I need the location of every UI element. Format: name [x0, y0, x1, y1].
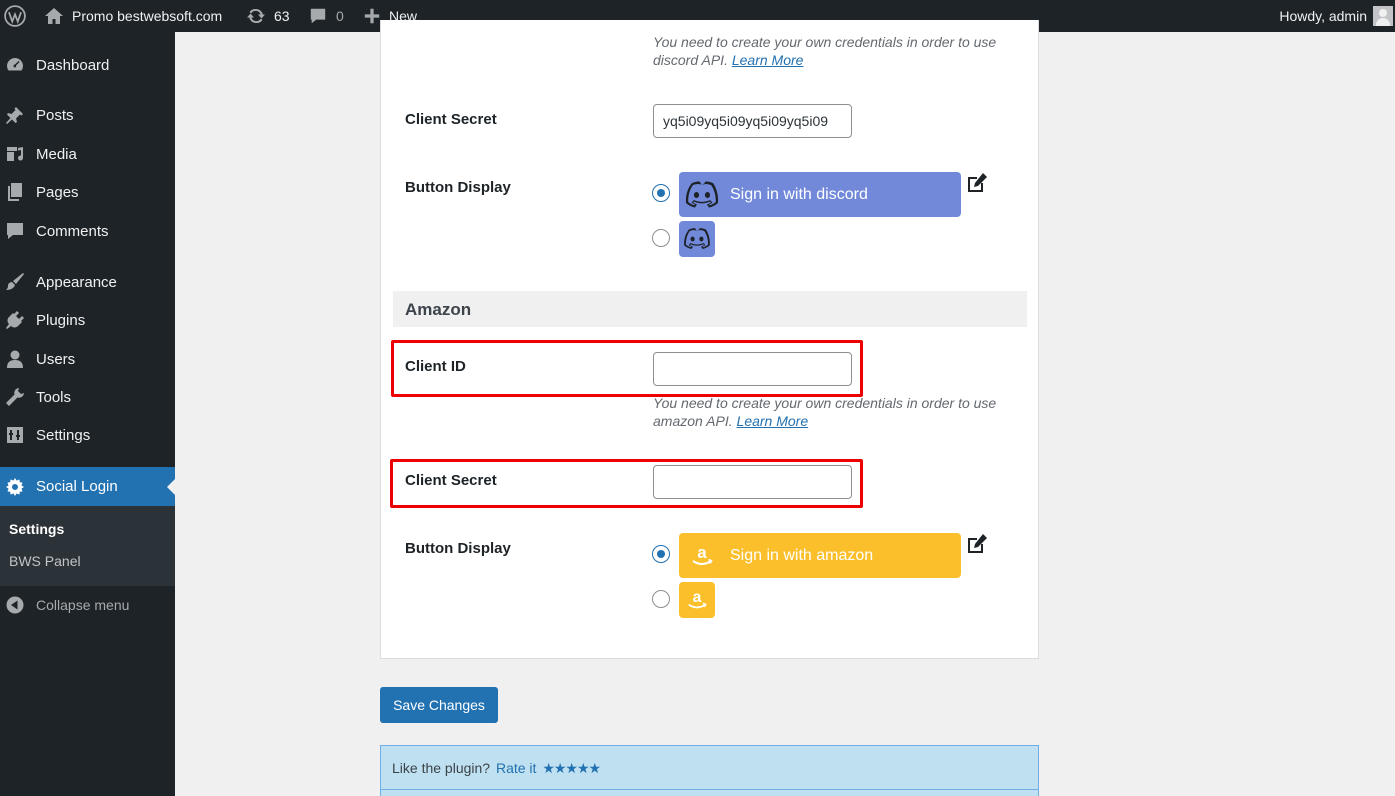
pages-icon: [5, 182, 25, 202]
updates-count: 63: [274, 8, 290, 24]
sidebar-item-dashboard[interactable]: Dashboard: [0, 48, 175, 82]
plugin-icon: [5, 310, 25, 330]
amazon-button-display-icon-radio[interactable]: [652, 590, 670, 608]
site-name-link[interactable]: Promo bestwebsoft.com: [44, 0, 222, 32]
greeting: Howdy, admin: [1279, 8, 1367, 24]
sidebar-item-label: Appearance: [36, 273, 117, 291]
amazon-client-id-label: Client ID: [405, 358, 466, 375]
amazon-icon: a: [679, 533, 724, 578]
amazon-sign-in-button-preview: a Sign in with amazon: [679, 533, 961, 578]
discord-icon-button-preview: [679, 221, 715, 257]
sidebar-item-social-login[interactable]: Social Login: [0, 467, 175, 506]
brush-icon: [5, 272, 25, 292]
sidebar-item-plugins[interactable]: Plugins: [0, 303, 175, 337]
discord-description-text: You need to create your own credentials …: [653, 34, 997, 68]
discord-sign-in-button-preview: Sign in with discord: [679, 172, 961, 217]
comment-bubble-icon: [310, 8, 326, 24]
submenu: Settings BWS Panel: [0, 506, 175, 586]
discord-learn-more-link[interactable]: Learn More: [732, 52, 804, 68]
sidebar-item-settings[interactable]: Settings: [0, 418, 175, 452]
sidebar-item-label: Social Login: [36, 478, 118, 495]
sidebar-item-posts[interactable]: Posts: [0, 98, 175, 132]
rate-it-link[interactable]: Rate it: [496, 760, 536, 776]
rate-plugin-text: Like the plugin? Rate it ★★★★★: [392, 760, 601, 777]
discord-button-display-label: Button Display: [405, 179, 511, 196]
collapse-menu-button[interactable]: Collapse menu: [0, 588, 175, 622]
amazon-section-title: Amazon: [405, 300, 472, 319]
rating-stars-icon[interactable]: ★★★★★: [542, 760, 601, 776]
updates-link[interactable]: 63: [246, 0, 290, 32]
user-icon: [5, 349, 25, 369]
sidebar-item-label: Dashboard: [36, 56, 110, 74]
discord-client-secret-label: Client Secret: [405, 111, 497, 128]
sidebar-item-media[interactable]: Media: [0, 137, 175, 171]
sidebar-item-label: Tools: [36, 388, 72, 406]
site-name: Promo bestwebsoft.com: [72, 8, 223, 24]
sidebar-item-label: Posts: [36, 106, 74, 124]
pin-icon: [5, 105, 25, 125]
comments-link[interactable]: 0: [309, 0, 344, 32]
save-changes-button[interactable]: Save Changes: [380, 687, 498, 723]
sidebar-item-label: Users: [36, 350, 76, 368]
refresh-icon: [247, 8, 265, 24]
collapse-icon: [5, 595, 25, 615]
submenu-item-bws-panel[interactable]: BWS Panel: [9, 553, 81, 569]
sidebar-item-label: Comments: [36, 222, 109, 240]
amazon-small-icon: a: [688, 589, 707, 609]
settings-icon: [5, 425, 25, 445]
sidebar-item-pages[interactable]: Pages: [0, 175, 175, 209]
divider: [381, 789, 1038, 790]
sidebar-item-tools[interactable]: Tools: [0, 380, 175, 414]
dashboard-icon: [5, 55, 25, 75]
collapse-label: Collapse menu: [36, 597, 130, 613]
amazon-description-text: You need to create your own credentials …: [653, 395, 997, 429]
my-account-link[interactable]: Howdy, admin: [1279, 0, 1395, 32]
amazon-section-header: Amazon: [393, 291, 1027, 327]
sidebar-item-label: Settings: [36, 426, 91, 444]
svg-text:a: a: [697, 543, 707, 562]
amazon-button-text: Sign in with amazon: [730, 546, 874, 564]
sidebar-item-label: Pages: [36, 183, 79, 201]
discord-client-secret-input[interactable]: yq5i09yq5i09yq5i09yq5i09: [653, 104, 852, 138]
discord-button-display-full-radio[interactable]: [652, 184, 670, 202]
comments-count: 0: [336, 8, 344, 24]
sidebar-item-appearance[interactable]: Appearance: [0, 265, 175, 299]
sidebar-item-comments[interactable]: Comments: [0, 214, 175, 248]
gear-icon: [5, 477, 25, 497]
amazon-client-secret-input[interactable]: [653, 465, 852, 499]
discord-icon: [679, 172, 724, 217]
svg-text:a: a: [693, 589, 702, 606]
sidebar-item-label: Media: [36, 145, 77, 163]
discord-button-display-icon-radio[interactable]: [652, 229, 670, 247]
discord-edit-icon[interactable]: [966, 172, 988, 194]
comment-icon: [5, 221, 25, 241]
amazon-description: You need to create your own credentials …: [653, 394, 1023, 430]
sidebar-item-label: Plugins: [36, 311, 86, 329]
avatar: [1373, 6, 1393, 26]
wrench-icon: [5, 387, 25, 407]
media-icon: [5, 144, 25, 164]
rate-prompt: Like the plugin?: [392, 760, 491, 776]
submenu-item-settings[interactable]: Settings: [9, 521, 64, 537]
amazon-button-display-label: Button Display: [405, 540, 511, 557]
discord-button-text: Sign in with discord: [730, 185, 868, 203]
plus-icon: [364, 8, 380, 24]
amazon-client-secret-label: Client Secret: [405, 472, 497, 489]
sidebar-item-users[interactable]: Users: [0, 342, 175, 376]
discord-small-icon: [684, 228, 710, 249]
amazon-learn-more-link[interactable]: Learn More: [737, 413, 809, 429]
discord-description: You need to create your own credentials …: [653, 33, 1023, 69]
home-icon: [45, 8, 63, 24]
amazon-client-id-input[interactable]: [653, 352, 852, 386]
wordpress-logo-icon[interactable]: [4, 0, 30, 32]
amazon-edit-icon[interactable]: [966, 533, 988, 555]
amazon-button-display-full-radio[interactable]: [652, 545, 670, 563]
rate-plugin-notice: Like the plugin? Rate it ★★★★★: [380, 745, 1039, 796]
amazon-icon-button-preview: a: [679, 582, 715, 618]
admin-sidebar: Dashboard Posts Media Pages Comments App…: [0, 32, 175, 796]
